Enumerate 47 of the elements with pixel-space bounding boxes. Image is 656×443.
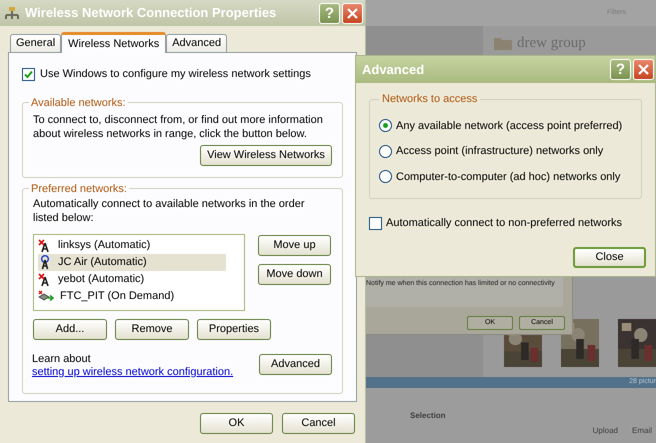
folder-icon bbox=[493, 35, 513, 52]
radio-button[interactable] bbox=[379, 144, 392, 158]
close-dialog-button[interactable]: Close bbox=[573, 246, 646, 268]
preferred-text: Automatically connect to available networks in the order listed below: bbox=[33, 197, 306, 225]
help-link[interactable]: setting up wireless network configuration. bbox=[32, 366, 234, 378]
list-action-button[interactable]: Properties bbox=[197, 319, 271, 340]
close-button[interactable] bbox=[633, 59, 654, 80]
radio-button[interactable] bbox=[379, 119, 392, 132]
network-icon bbox=[4, 6, 20, 20]
network-item[interactable]: linksys (Automatic) bbox=[38, 237, 226, 254]
checkbox[interactable] bbox=[369, 216, 382, 230]
action-label[interactable]: Email bbox=[632, 424, 652, 436]
radio-label: Computer-to-computer (ad hoc) networks only bbox=[396, 170, 620, 184]
list-action-button[interactable]: Remove bbox=[115, 319, 189, 340]
list-action-button[interactable]: Add... bbox=[33, 319, 107, 340]
computer-arrow-icon bbox=[38, 290, 54, 303]
network-item[interactable]: FTC_PIT (On Demand) bbox=[38, 288, 226, 305]
tab[interactable]: General bbox=[10, 34, 62, 52]
window-title: Wireless Network Connection Properties bbox=[25, 4, 276, 22]
group-legend: Available networks: bbox=[29, 94, 128, 111]
radio-label: Any available network (access point preferred) bbox=[396, 118, 622, 134]
action-label[interactable]: Upload bbox=[592, 424, 618, 436]
checkbox[interactable] bbox=[22, 68, 35, 81]
network-item[interactable]: JC Air (Automatic) bbox=[38, 254, 226, 271]
checkbox-label: Use Windows to configure my wireless network settings bbox=[40, 67, 311, 82]
antenna-signal-icon bbox=[38, 255, 52, 270]
advanced-button[interactable]: Advanced bbox=[259, 354, 332, 375]
view-networks-button[interactable]: View Wireless Networks bbox=[200, 145, 332, 166]
radio-label: Access point (infrastructure) networks only bbox=[396, 144, 604, 159]
close-button[interactable] bbox=[342, 2, 363, 24]
learn-text: Learn about setting up wireless network configuration. bbox=[32, 353, 234, 379]
dialog-button[interactable]: Cancel bbox=[282, 413, 355, 434]
radio-button[interactable] bbox=[379, 170, 392, 184]
group-legend: Networks to access bbox=[379, 91, 480, 108]
move-button[interactable]: Move down bbox=[258, 264, 331, 285]
selection-label: Selection bbox=[410, 410, 446, 422]
available-text: To connect to, disconnect from, or find out more information about wireless networks in range, click the button below. bbox=[33, 113, 324, 141]
dialog-button[interactable]: OK bbox=[200, 413, 273, 434]
group-legend: Preferred networks: bbox=[29, 180, 129, 197]
move-button[interactable]: Move up bbox=[258, 235, 331, 256]
window-title: Advanced bbox=[362, 60, 424, 79]
tab[interactable]: Wireless Networks bbox=[61, 32, 166, 53]
network-item[interactable]: yebot (Automatic) bbox=[38, 271, 226, 288]
checkbox-label: Automatically connect to non-preferred networks bbox=[386, 216, 622, 231]
tab[interactable]: Advanced bbox=[166, 34, 228, 52]
close-icon bbox=[638, 64, 649, 75]
close-icon bbox=[347, 8, 358, 18]
